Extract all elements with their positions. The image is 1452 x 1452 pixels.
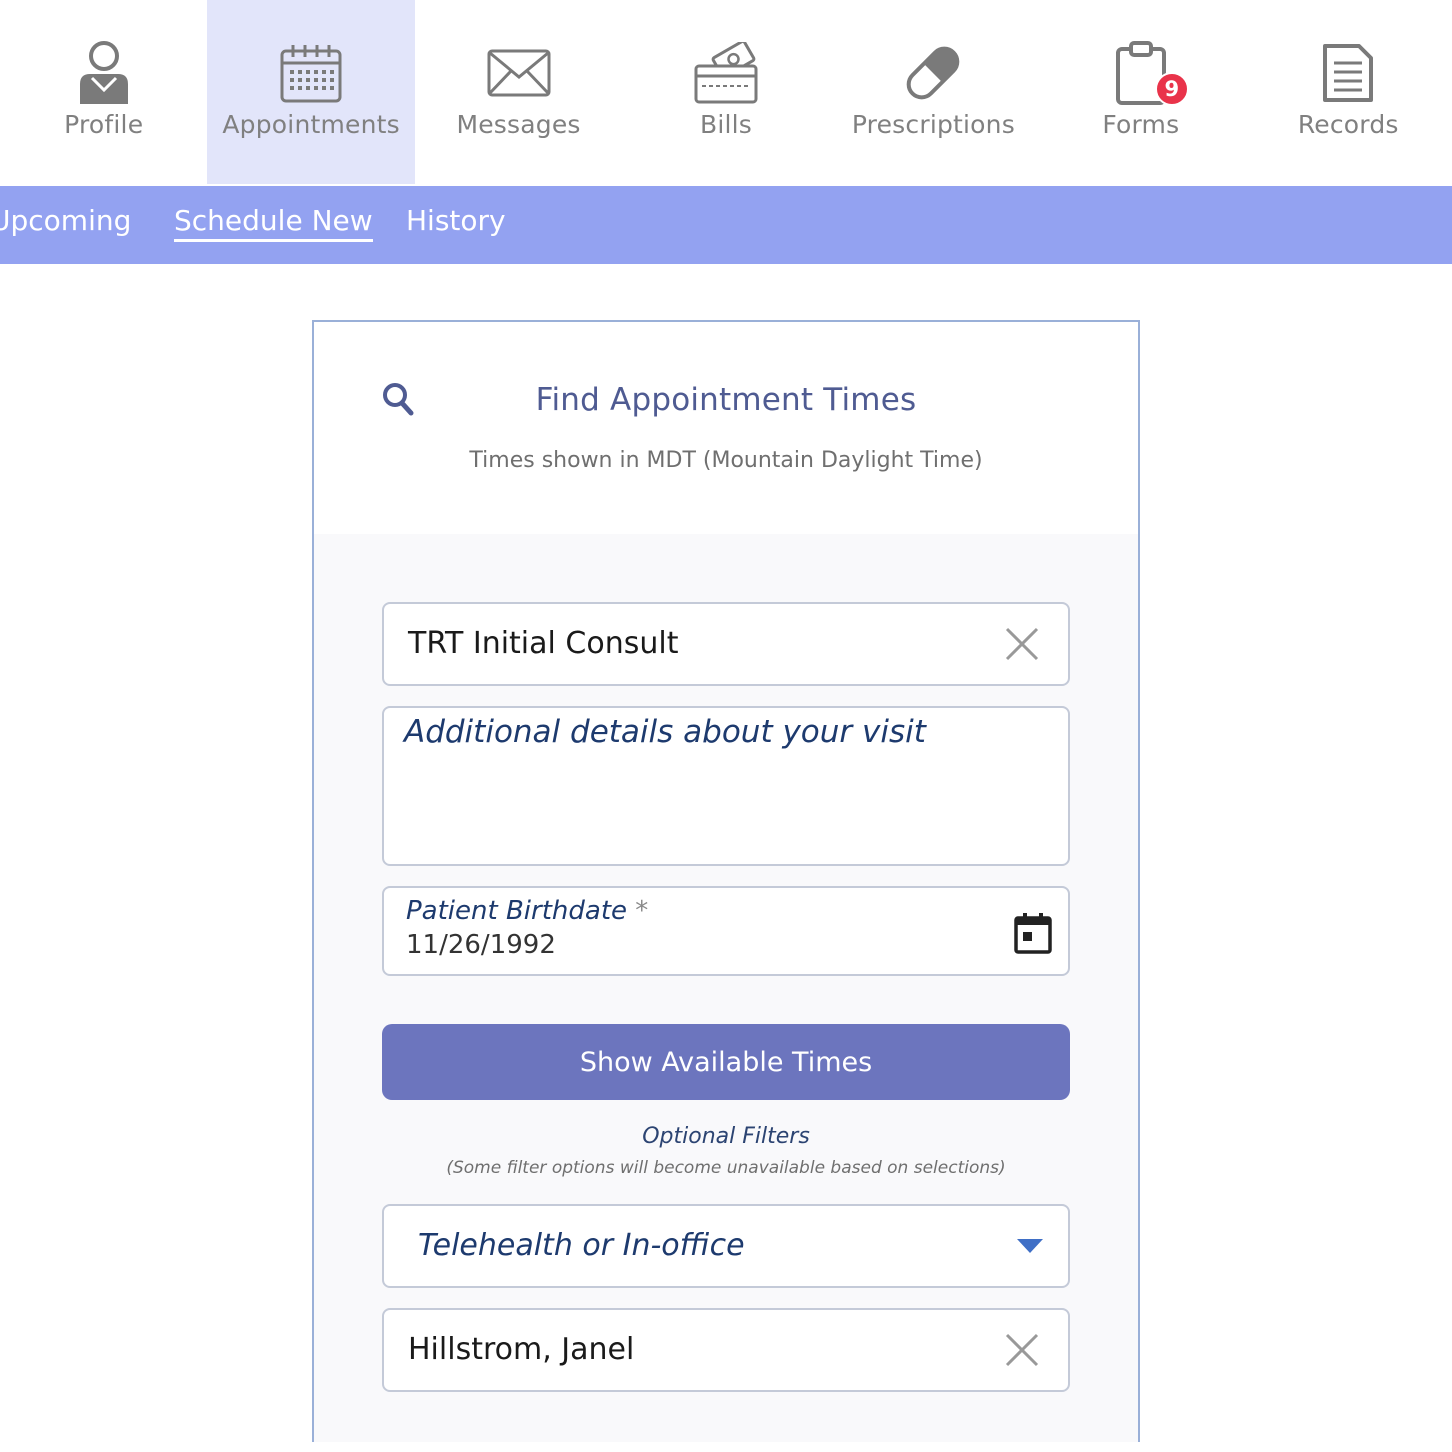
- nav-item-bills[interactable]: Bills: [622, 0, 829, 184]
- document-icon: [1322, 40, 1374, 106]
- nav-item-forms[interactable]: 9 Forms: [1037, 0, 1244, 184]
- visit-location-select[interactable]: Telehealth or In-office: [382, 1204, 1070, 1288]
- nav-item-records[interactable]: Records: [1245, 0, 1452, 184]
- provider-field[interactable]: Hillstrom, Janel: [382, 1308, 1070, 1392]
- nav-item-profile[interactable]: Profile: [0, 0, 207, 184]
- nav-item-prescriptions[interactable]: Prescriptions: [830, 0, 1037, 184]
- card-header: Find Appointment Times Times shown in MD…: [314, 322, 1138, 534]
- calendar-icon: [1014, 913, 1052, 954]
- calendar-icon: [279, 40, 343, 106]
- nav-label: Prescriptions: [851, 110, 1015, 139]
- optional-filters-note: (Some filter options will become unavail…: [446, 1158, 1006, 1178]
- birthdate-label-row: Patient Birthdate *: [406, 896, 648, 926]
- card-form: TRT Initial Consult Additional details a…: [314, 534, 1138, 1442]
- forms-count-badge: 9: [1154, 72, 1189, 106]
- nav-item-messages[interactable]: Messages: [415, 0, 622, 184]
- birthdate-value: 11/26/1992: [406, 930, 556, 960]
- nav-label: Profile: [64, 110, 144, 139]
- tab-upcoming[interactable]: Upcoming: [0, 204, 131, 237]
- appointments-subnav: Upcoming Schedule New History: [0, 186, 1452, 264]
- nav-item-appointments[interactable]: Appointments: [207, 0, 415, 184]
- clipboard-icon: 9: [1115, 40, 1189, 106]
- calendar-picker-button[interactable]: [1014, 912, 1052, 954]
- tab-history[interactable]: History: [406, 204, 506, 237]
- person-icon: [76, 40, 132, 106]
- visit-details-placeholder: Additional details about your visit: [404, 714, 926, 750]
- wallet-icon: [694, 40, 758, 106]
- clear-provider-button[interactable]: [1004, 1332, 1040, 1368]
- chevron-down-icon: [1016, 1238, 1044, 1258]
- close-icon: [1005, 1333, 1039, 1367]
- show-available-times-button[interactable]: Show Available Times: [382, 1024, 1070, 1100]
- nav-label: Appointments: [222, 110, 400, 139]
- birthdate-label: Patient Birthdate: [406, 896, 628, 926]
- nav-label: Bills: [699, 110, 752, 139]
- find-appointment-card: Find Appointment Times Times shown in MD…: [312, 320, 1140, 1442]
- visit-details-textarea[interactable]: Additional details about your visit: [382, 706, 1070, 866]
- optional-filters-title: Optional Filters: [642, 1124, 810, 1149]
- required-mark: *: [635, 896, 649, 926]
- visit-type-value: TRT Initial Consult: [408, 626, 679, 661]
- top-navigation: Profile Appointments Messages Bills Pres…: [0, 0, 1452, 186]
- tab-schedule-new[interactable]: Schedule New: [174, 204, 373, 242]
- envelope-icon: [487, 40, 551, 106]
- card-title: Find Appointment Times: [535, 382, 917, 418]
- clear-visit-type-button[interactable]: [1004, 626, 1040, 662]
- visit-type-field[interactable]: TRT Initial Consult: [382, 602, 1070, 686]
- visit-location-value: Telehealth or In-office: [418, 1228, 745, 1263]
- nav-label: Messages: [456, 110, 581, 139]
- nav-label: Records: [1297, 110, 1399, 139]
- nav-label: Forms: [1102, 110, 1180, 139]
- provider-value: Hillstrom, Janel: [408, 1332, 635, 1367]
- birthdate-field[interactable]: Patient Birthdate * 11/26/1992: [382, 886, 1070, 976]
- pill-icon: [900, 40, 966, 106]
- timezone-note: Times shown in MDT (Mountain Daylight Ti…: [469, 448, 983, 473]
- close-icon: [1005, 627, 1039, 661]
